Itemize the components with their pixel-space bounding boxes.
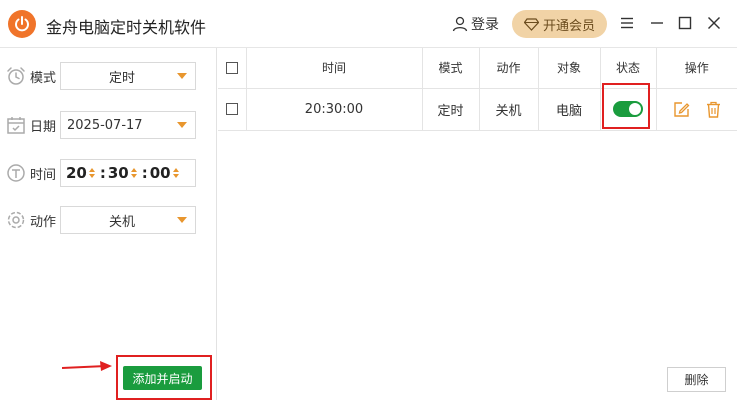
menu-button[interactable] [616,12,638,34]
minute-stepper[interactable] [130,168,137,178]
column-header-mode: 模式 [422,48,480,89]
menu-icon [621,17,633,29]
time-input[interactable]: 20 : 30 : 00 [60,159,196,187]
action-select[interactable]: 关机 [60,206,196,234]
row-target: 电脑 [538,88,601,131]
select-all-checkbox[interactable] [225,62,238,75]
time-separator: : [141,164,148,182]
vip-button[interactable]: 开通会员 [512,10,607,38]
edit-icon[interactable] [673,101,690,118]
select-all-cell [218,48,247,89]
minute-field[interactable]: 30 [108,164,129,182]
time-row: 时间 [6,159,60,187]
add-and-start-button[interactable]: 添加并启动 [123,366,202,390]
row-select-cell [218,88,247,131]
action-value: 关机 [108,214,135,230]
mode-select[interactable]: 定时 [60,62,196,90]
task-table-area: 时间 模式 动作 对象 状态 操作 20:30:00 定时 关机 电脑 [218,48,737,400]
column-header-target: 对象 [538,48,601,89]
row-checkbox[interactable] [225,103,238,115]
action-row: 动作 [6,206,60,234]
login-button[interactable]: 登录 [452,14,499,34]
action-label: 动作 [30,214,57,230]
gear-icon [7,211,25,229]
mode-value: 定时 [108,70,135,86]
diamond-icon [523,17,539,31]
date-picker[interactable]: 2025-07-17 [60,111,196,139]
second-stepper[interactable] [172,168,179,178]
title-bar: 金舟电脑定时关机软件 登录 开通会员 [0,0,737,48]
maximize-button[interactable] [674,12,696,34]
hour-field[interactable]: 20 [66,164,87,182]
mode-row: 模式 [6,62,60,90]
vip-label: 开通会员 [542,18,595,34]
login-label: 登录 [471,17,499,33]
calendar-icon [7,117,25,134]
column-header-status: 状态 [600,48,657,89]
row-action: 关机 [479,88,539,131]
time-separator: : [99,164,106,182]
maximize-icon [678,16,692,30]
app-title: 金舟电脑定时关机软件 [46,18,207,37]
time-label: 时间 [30,167,57,183]
chevron-down-icon [177,122,187,128]
red-arrow-icon [62,361,112,371]
column-header-ops: 操作 [656,48,737,89]
table-row: 20:30:00 定时 关机 电脑 [218,88,737,131]
hour-stepper[interactable] [88,168,95,178]
chevron-down-icon [177,73,187,79]
user-icon [452,16,468,32]
close-icon [708,17,720,29]
alarm-clock-icon [7,67,25,85]
clock-icon [7,164,25,182]
table-header-row: 时间 模式 动作 对象 状态 操作 [218,48,737,89]
power-logo-icon [8,10,36,38]
minimize-button[interactable] [646,12,668,34]
column-header-time: 时间 [246,48,423,89]
second-field[interactable]: 00 [150,164,171,182]
delete-button[interactable]: 删除 [667,367,726,392]
close-button[interactable] [703,12,725,34]
row-ops-cell [656,88,737,131]
column-header-action: 动作 [479,48,539,89]
trash-icon[interactable] [706,101,721,118]
mode-label: 模式 [30,70,57,86]
highlight-box [602,83,650,129]
minimize-icon [651,22,663,24]
row-mode: 定时 [422,88,480,131]
date-label: 日期 [30,119,57,135]
settings-panel: 模式 定时 日期 2025-07-17 时间 20 : 30 : 00 动作 关… [0,48,217,400]
date-value: 2025-07-17 [67,117,143,133]
date-row: 日期 [6,111,60,139]
chevron-down-icon [177,217,187,223]
row-time: 20:30:00 [246,88,423,131]
task-table: 时间 模式 动作 对象 状态 操作 20:30:00 定时 关机 电脑 [218,48,737,131]
